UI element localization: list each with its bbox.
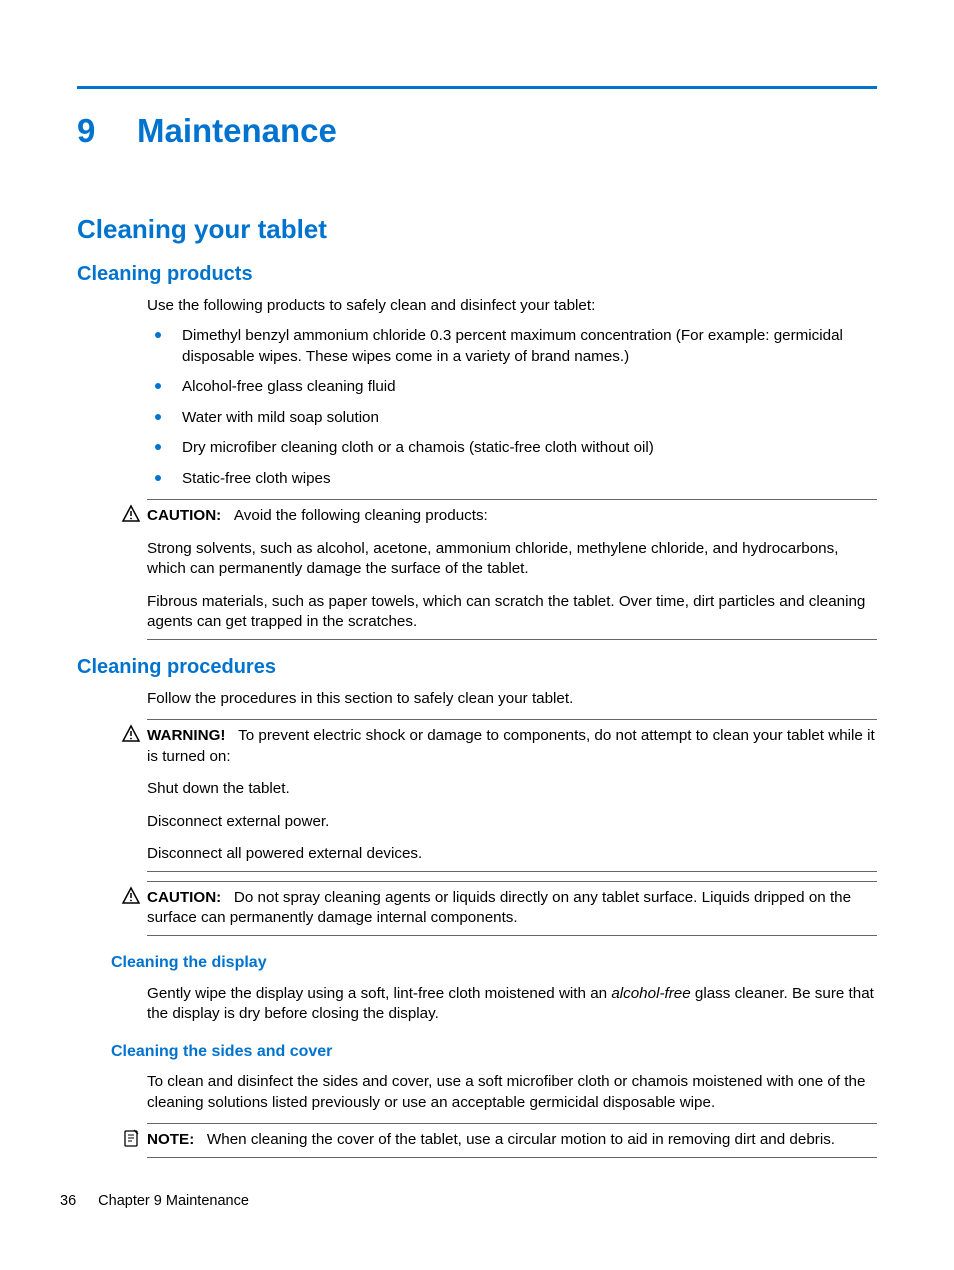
top-divider <box>77 86 877 89</box>
warning-lead-text: To prevent electric shock or damage to c… <box>147 727 875 765</box>
warning-label: WARNING! <box>147 727 225 744</box>
caution-lead: CAUTION: Avoid the following cleaning pr… <box>147 506 877 527</box>
warning-step: Disconnect external power. <box>147 812 877 833</box>
cleaning-products-heading: Cleaning products <box>77 261 877 288</box>
page-footer: 36 Chapter 9 Maintenance <box>60 1192 249 1212</box>
display-text: Gently wipe the display using a soft, li… <box>147 984 877 1025</box>
list-item: Dry microfiber cleaning cloth or a chamo… <box>147 438 877 459</box>
caution-icon <box>121 886 141 906</box>
caution-body: Do not spray cleaning agents or liquids … <box>147 889 851 927</box>
warning-lead: WARNING! To prevent electric shock or da… <box>147 726 877 767</box>
warning-icon <box>121 724 141 744</box>
warning-step: Shut down the tablet. <box>147 779 877 800</box>
cleaning-display-heading: Cleaning the display <box>111 952 877 974</box>
chapter-heading: 9 Maintenance <box>77 109 877 154</box>
caution-label: CAUTION: <box>147 507 221 524</box>
list-item: Water with mild soap solution <box>147 408 877 429</box>
caution-text: CAUTION: Do not spray cleaning agents or… <box>147 888 877 929</box>
note-body: When cleaning the cover of the tablet, u… <box>207 1131 835 1148</box>
list-item: Static-free cloth wipes <box>147 469 877 490</box>
cleaning-sides-heading: Cleaning the sides and cover <box>111 1041 877 1063</box>
caution-lead-text: Avoid the following cleaning products: <box>234 507 488 524</box>
products-intro: Use the following products to safely cle… <box>147 296 877 317</box>
sides-text: To clean and disinfect the sides and cov… <box>147 1072 877 1113</box>
page-number: 36 <box>60 1193 76 1209</box>
caution-callout: CAUTION: Avoid the following cleaning pr… <box>147 499 877 640</box>
note-callout: NOTE: When cleaning the cover of the tab… <box>147 1123 877 1158</box>
note-text: NOTE: When cleaning the cover of the tab… <box>147 1130 877 1151</box>
footer-chapter-ref: Chapter 9 Maintenance <box>98 1193 249 1209</box>
note-icon <box>121 1128 141 1148</box>
products-list: Dimethyl benzyl ammonium chloride 0.3 pe… <box>147 326 877 489</box>
section-title: Cleaning your tablet <box>77 212 877 247</box>
procedures-intro: Follow the procedures in this section to… <box>147 689 877 710</box>
caution-para: Fibrous materials, such as paper towels,… <box>147 592 877 633</box>
caution-callout: CAUTION: Do not spray cleaning agents or… <box>147 881 877 936</box>
caution-label: CAUTION: <box>147 889 221 906</box>
chapter-title: Maintenance <box>137 109 337 154</box>
caution-para: Strong solvents, such as alcohol, aceton… <box>147 539 877 580</box>
cleaning-procedures-heading: Cleaning procedures <box>77 654 877 681</box>
list-item: Dimethyl benzyl ammonium chloride 0.3 pe… <box>147 326 877 367</box>
list-item: Alcohol-free glass cleaning fluid <box>147 377 877 398</box>
warning-callout: WARNING! To prevent electric shock or da… <box>147 719 877 872</box>
chapter-number: 9 <box>77 109 137 154</box>
display-text-em: alcohol-free <box>611 985 690 1002</box>
note-label: NOTE: <box>147 1131 194 1148</box>
caution-icon <box>121 504 141 524</box>
warning-step: Disconnect all powered external devices. <box>147 844 877 865</box>
display-text-pre: Gently wipe the display using a soft, li… <box>147 985 611 1002</box>
